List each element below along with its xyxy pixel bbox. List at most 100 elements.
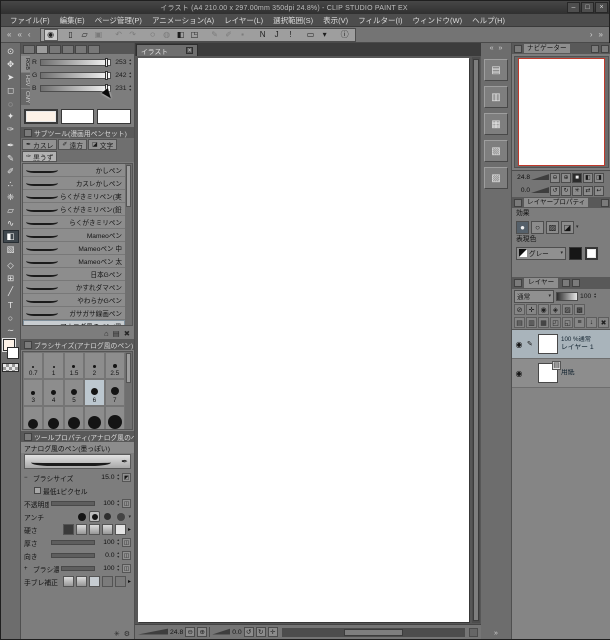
subtool-item[interactable]: ガサガサ線画ペン (23, 307, 125, 320)
layer-name[interactable]: レイヤー 1 (561, 344, 594, 352)
lock-layer-icon[interactable]: ◉ (538, 304, 549, 315)
navigator-rotation-value[interactable]: 0.0 (514, 187, 530, 194)
hardness-4[interactable] (101, 524, 113, 535)
expander-icon[interactable]: + (24, 566, 31, 572)
pencil-tool-icon[interactable]: ✎ (3, 152, 19, 165)
frame-border-tool-icon[interactable]: ⊞ (3, 272, 19, 285)
subtool-scrollbar[interactable] (125, 164, 132, 325)
menu-layer[interactable]: レイヤー(L) (219, 15, 268, 26)
brush-size-stepper[interactable]: ▲ ▼ (117, 473, 120, 481)
navigator-zoom-slider[interactable] (531, 174, 549, 181)
opacity-stepper[interactable]: ▲ ▼ (117, 499, 120, 507)
opacity-slider[interactable] (50, 501, 95, 506)
brush-size-cell[interactable] (84, 406, 105, 429)
tab-rgb[interactable]: RGB (21, 56, 30, 72)
thickness-slider[interactable] (50, 540, 95, 545)
brush-size-cell[interactable]: 5 (63, 379, 85, 406)
layer-row-selected[interactable]: ◉ ✎ 100 %通常 レイヤー 1 (512, 330, 610, 359)
blend-tool-icon[interactable]: ∿ (3, 217, 19, 230)
fill-tool-icon[interactable]: ◧ (2, 230, 19, 243)
vector-line-icon[interactable]: N (256, 29, 270, 41)
reset-rotation-icon[interactable]: ✳ (572, 185, 582, 196)
stabilize-1[interactable] (62, 576, 74, 587)
direction-slider[interactable] (50, 553, 95, 558)
brush-size-cell[interactable]: 7 (104, 379, 125, 406)
layer-select-tool-icon[interactable]: ◻ (3, 84, 19, 97)
color-slider-tab-icon[interactable] (36, 45, 48, 54)
deselect-icon[interactable]: ◌ (146, 29, 160, 41)
brush-size-cell[interactable]: 1 (43, 352, 64, 379)
menu-filter[interactable]: フィルター(I) (353, 15, 407, 26)
hand-tool-icon[interactable]: ✥ (3, 58, 19, 71)
display-dropdown-icon[interactable]: ▾ (318, 29, 332, 41)
brush-size-cell[interactable]: 0.7 (23, 352, 44, 379)
gradient-tool-icon[interactable]: ▧ (3, 243, 19, 256)
brush-size-scrollbar[interactable] (125, 352, 132, 429)
brush-size-cell[interactable] (43, 406, 64, 429)
color-wheel-tab-icon[interactable] (23, 45, 35, 54)
menu-edit[interactable]: 編集(E) (55, 15, 90, 26)
snap-grid-icon[interactable]: ▪ (236, 29, 250, 41)
close-button[interactable]: × (595, 2, 608, 13)
thickness-value[interactable]: 100 (97, 539, 114, 546)
move-layer-icon[interactable]: ✛ (526, 304, 537, 315)
auto-select-tool-icon[interactable]: ✦ (3, 110, 19, 123)
tone-effect-icon[interactable]: ▨ (546, 220, 559, 234)
color-set-tab-icon[interactable] (49, 45, 61, 54)
main-color-preview[interactable] (24, 109, 58, 124)
brush-size-cell[interactable]: 2.5 (104, 352, 125, 379)
rotation-value[interactable]: 0.0 (232, 629, 241, 636)
green-value[interactable]: 242 (113, 72, 126, 79)
opacity-value[interactable]: 100 (97, 500, 114, 507)
subtool-item[interactable]: Mameoペン 太 (23, 255, 125, 268)
lock-transparent-icon[interactable]: ◈ (550, 304, 561, 315)
menu-animation[interactable]: アニメーション(A) (147, 15, 219, 26)
dropdown-arrow-icon[interactable]: ▾ (128, 514, 131, 520)
brush-size-cell[interactable]: 1.5 (63, 352, 85, 379)
rotate-slider[interactable] (212, 628, 231, 635)
subtool-item[interactable]: らくがきミリペン (23, 216, 125, 229)
eye-icon[interactable]: ◉ (43, 28, 58, 41)
vector-pinch-icon[interactable]: ! (284, 29, 298, 41)
rotate-left-icon[interactable]: ↺ (243, 627, 254, 637)
mask-icon[interactable]: ⊘ (514, 304, 525, 315)
subtool-item[interactable]: らくがきミリペン(鉛) (23, 203, 125, 216)
paper-thumbnail[interactable]: ▤ (538, 361, 561, 383)
stabilize-3[interactable] (88, 576, 100, 587)
collapse-left-icon[interactable]: « (4, 30, 14, 39)
ruler-tool-icon[interactable]: ╱ (3, 285, 19, 298)
layer-thumbnail[interactable] (538, 334, 558, 354)
brush-size-cell[interactable] (104, 406, 125, 429)
expand-right-icon[interactable]: ▸ (128, 578, 131, 585)
transparent-color-swatch[interactable] (1, 363, 19, 372)
dynamics-icon[interactable]: ◫ (122, 499, 131, 508)
brush-size-cell[interactable]: 4 (43, 379, 64, 406)
rotate-right-icon[interactable]: ↻ (561, 185, 571, 196)
subtool-item[interactable]: カスレかしペン (23, 177, 125, 190)
balloon-tool-icon[interactable]: ○ (3, 311, 19, 324)
hardness-3[interactable] (88, 524, 100, 535)
visibility-eye-icon[interactable]: ◉ (514, 340, 524, 349)
line-correct-tool-icon[interactable]: ∼ (3, 324, 19, 337)
layer-search-tab-icon[interactable] (562, 279, 571, 287)
canvas-page[interactable] (138, 58, 469, 622)
material-image-icon[interactable]: ▧ (484, 140, 508, 162)
pen-tool-icon[interactable]: ✒ (3, 139, 19, 152)
new-folder-icon[interactable]: ▦ (538, 317, 549, 328)
close-tab-icon[interactable]: ✕ (186, 47, 193, 54)
fit-window-icon[interactable]: ■ (572, 172, 582, 183)
red-slider[interactable] (40, 58, 111, 67)
panel-options-icon[interactable] (601, 198, 609, 207)
undo-icon[interactable]: ↶ (112, 29, 126, 41)
subtool-item[interactable]: 日本Gペン (23, 268, 125, 281)
dynamics-icon[interactable]: ◫ (122, 538, 131, 547)
flip-view-icon[interactable]: ⇄ (583, 185, 593, 196)
new-file-icon[interactable]: ▯ (64, 29, 78, 41)
collapse-icon[interactable]: » (494, 630, 498, 637)
collapse-right-icon[interactable]: › (587, 30, 596, 39)
transfer-layer-icon[interactable]: ◰ (550, 317, 561, 328)
selection-tool-icon[interactable]: ◌ (3, 97, 19, 110)
subview-tab-icon[interactable] (591, 44, 599, 53)
display-settings-icon[interactable]: ▭ (304, 29, 318, 41)
antialias-weak-icon[interactable] (89, 511, 101, 522)
